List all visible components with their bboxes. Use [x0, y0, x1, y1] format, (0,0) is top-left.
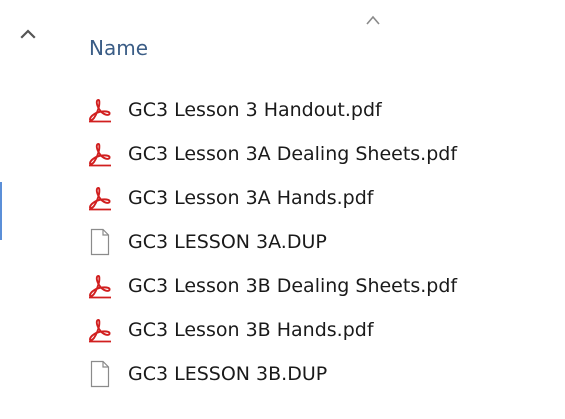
file-explorer-pane: Name GC3 Lesson 3 Handout.pdf GC3 Lesson… [0, 0, 565, 419]
scroll-up-icon[interactable] [18, 24, 38, 44]
file-name: GC3 Lesson 3A Hands.pdf [128, 187, 374, 209]
file-row[interactable]: GC3 LESSON 3A.DUP [82, 220, 565, 264]
file-row[interactable]: GC3 Lesson 3B Dealing Sheets.pdf [82, 264, 565, 308]
generic-file-icon [86, 359, 114, 389]
pdf-icon [86, 315, 114, 345]
pdf-icon [86, 95, 114, 125]
pdf-icon [86, 271, 114, 301]
file-name: GC3 LESSON 3B.DUP [128, 363, 328, 385]
pdf-icon [86, 183, 114, 213]
file-name: GC3 Lesson 3 Handout.pdf [128, 99, 382, 121]
file-row[interactable]: GC3 Lesson 3A Hands.pdf [82, 176, 565, 220]
file-row[interactable]: GC3 Lesson 3B Hands.pdf [82, 308, 565, 352]
selection-edge-indicator [0, 182, 2, 240]
file-name: GC3 Lesson 3B Hands.pdf [128, 319, 374, 341]
file-row[interactable]: GC3 Lesson 3 Handout.pdf [82, 88, 565, 132]
file-name: GC3 LESSON 3A.DUP [128, 231, 327, 253]
file-row[interactable]: GC3 LESSON 3B.DUP [82, 352, 565, 396]
generic-file-icon [86, 227, 114, 257]
file-name: GC3 Lesson 3A Dealing Sheets.pdf [128, 143, 458, 165]
file-name: GC3 Lesson 3B Dealing Sheets.pdf [128, 275, 458, 297]
file-list: GC3 Lesson 3 Handout.pdf GC3 Lesson 3A D… [82, 88, 565, 396]
navigation-pane [0, 0, 68, 419]
pdf-icon [86, 139, 114, 169]
sort-ascending-icon [362, 12, 384, 26]
file-row[interactable]: GC3 Lesson 3A Dealing Sheets.pdf [82, 132, 565, 176]
pane-divider[interactable] [66, 0, 67, 419]
name-column-header[interactable]: Name [89, 31, 148, 65]
